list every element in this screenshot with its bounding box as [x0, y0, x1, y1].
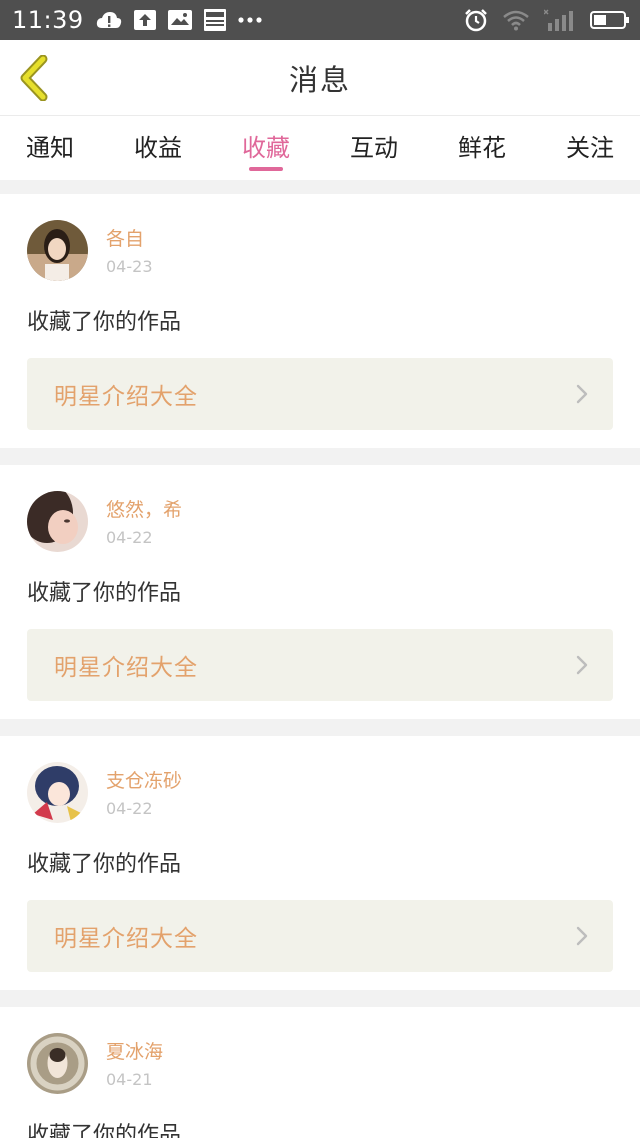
message-header: 支仓冻砂 04-22	[27, 760, 613, 824]
avatar[interactable]	[27, 219, 88, 281]
cloud-alert-icon	[96, 10, 122, 30]
message-card: 各自 04-23 收藏了你的作品 明星介绍大全	[0, 194, 640, 448]
tab-interactions[interactable]: 互动	[350, 116, 398, 180]
action-text: 收藏了你的作品	[27, 581, 182, 606]
message-card: 支仓冻砂 04-22 收藏了你的作品 明星介绍大全	[0, 736, 640, 990]
alarm-icon	[464, 8, 488, 32]
more-dots-icon	[238, 17, 262, 23]
wifi-icon	[502, 9, 530, 31]
message-card: 夏冰海 04-21 收藏了你的作品	[0, 1007, 640, 1138]
tab-flowers[interactable]: 鲜花	[458, 116, 506, 180]
avatar[interactable]	[27, 490, 88, 552]
status-notification-icons	[96, 9, 262, 31]
status-bar: 11:39	[0, 0, 640, 40]
back-button[interactable]	[14, 54, 54, 102]
user-name[interactable]: 各自	[106, 224, 153, 251]
work-title: 明星介绍大全	[54, 655, 198, 681]
user-meta: 支仓冻砂 04-22	[106, 766, 182, 818]
user-name[interactable]: 支仓冻砂	[106, 766, 182, 793]
message-date: 04-22	[106, 528, 153, 547]
user-meta: 夏冰海 04-21	[106, 1037, 163, 1089]
action-text: 收藏了你的作品	[27, 852, 182, 877]
message-header: 各自 04-23	[27, 218, 613, 282]
navigation-bar: 消息	[0, 40, 640, 116]
chevron-right-icon	[576, 384, 588, 404]
status-system-icons	[464, 8, 630, 32]
work-link[interactable]: 明星介绍大全	[27, 629, 613, 701]
status-time: 11:39	[12, 6, 84, 34]
battery-icon	[590, 10, 630, 30]
signal-icon	[544, 9, 576, 31]
message-date: 04-21	[106, 1070, 153, 1089]
work-title: 明星介绍大全	[54, 384, 198, 410]
message-list: 各自 04-23 收藏了你的作品 明星介绍大全 悠然，希 04-22 收藏了你的…	[0, 180, 640, 1138]
news-icon	[203, 9, 226, 31]
action-text: 收藏了你的作品	[27, 310, 182, 335]
chevron-left-icon	[20, 55, 48, 101]
image-icon	[167, 10, 192, 30]
user-name[interactable]: 夏冰海	[106, 1037, 163, 1064]
page-title: 消息	[288, 62, 351, 97]
user-name[interactable]: 悠然，希	[106, 495, 182, 522]
upload-icon	[133, 10, 156, 30]
message-date: 04-23	[106, 257, 153, 276]
work-link[interactable]: 明星介绍大全	[27, 358, 613, 430]
work-link[interactable]: 明星介绍大全	[27, 900, 613, 972]
user-meta: 悠然，希 04-22	[106, 495, 182, 547]
avatar[interactable]	[27, 761, 88, 823]
action-text: 收藏了你的作品	[27, 1123, 182, 1138]
tab-favorites[interactable]: 收藏	[242, 116, 290, 180]
message-header: 悠然，希 04-22	[27, 489, 613, 553]
work-title: 明星介绍大全	[54, 926, 198, 952]
chevron-right-icon	[576, 926, 588, 946]
tab-following[interactable]: 关注	[566, 116, 614, 180]
tab-earnings[interactable]: 收益	[134, 116, 182, 180]
user-meta: 各自 04-23	[106, 224, 153, 276]
avatar[interactable]	[27, 1032, 88, 1094]
message-date: 04-22	[106, 799, 153, 818]
tab-notifications[interactable]: 通知	[26, 116, 74, 180]
message-card: 悠然，希 04-22 收藏了你的作品 明星介绍大全	[0, 465, 640, 719]
chevron-right-icon	[576, 655, 588, 675]
tab-bar: 通知 收益 收藏 互动 鲜花 关注	[0, 116, 640, 180]
message-header: 夏冰海 04-21	[27, 1031, 613, 1095]
